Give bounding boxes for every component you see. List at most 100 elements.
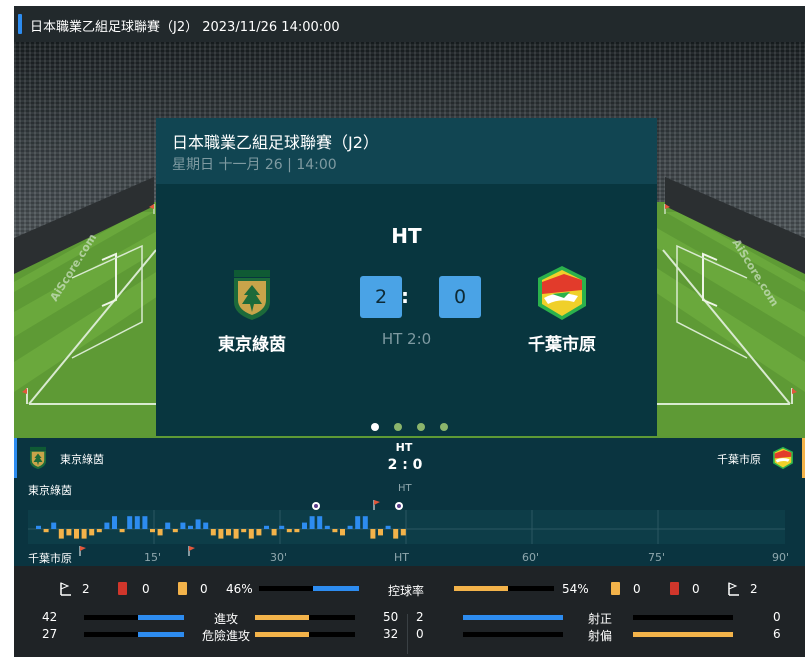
attacks-label: 進攻 [213, 612, 238, 626]
home-team-logo-small [30, 446, 46, 470]
carousel-dot-3[interactable] [417, 423, 426, 431]
timeline-momentum-bar [400, 529, 406, 536]
red-card-icon [118, 582, 127, 595]
carousel-dot-4[interactable] [440, 423, 449, 431]
timeline-momentum-bar [119, 529, 125, 533]
timeline-momentum-bar [271, 529, 277, 536]
away-possession-fill [454, 586, 508, 591]
timeline-momentum-bar [96, 529, 102, 533]
tick-ht: HT [394, 551, 409, 564]
carousel-dot-1[interactable] [370, 423, 379, 431]
shots-off-target-label: 射偏 [587, 629, 612, 643]
timeline-momentum-bar [51, 522, 57, 529]
home-score: 2 [360, 276, 402, 318]
timeline-momentum-bar [241, 529, 247, 533]
dangerous-attacks-label: 危險進攻 [201, 629, 250, 643]
shots-on-target-home: 2 [416, 610, 424, 624]
stats-panel: 2 0 0 46% 控球率 54% 0 0 2 42 進攻 50 27 危險進攻… [14, 566, 805, 657]
timeline-chart [28, 500, 785, 556]
timeline-momentum-bar [248, 529, 254, 539]
timeline-momentum-bar [286, 529, 292, 533]
timeline-momentum-bar [58, 529, 64, 539]
shots-off-target-home: 0 [416, 627, 424, 641]
timeline-momentum-bar [112, 516, 117, 529]
attacks-home-bar [84, 615, 184, 620]
tick-30: 30' [270, 551, 288, 564]
timeline-momentum-bar [43, 529, 49, 533]
timeline-momentum-bar [294, 529, 300, 533]
away-team-name[interactable]: 千葉市原 [492, 330, 632, 355]
timeline-momentum-bar [279, 525, 285, 529]
card-header: 日本職業乙組足球聯賽（J2） 星期日 十一月 26 | 14:00 [156, 118, 657, 184]
tick-90: 90' [772, 551, 790, 564]
shots-on-target-home-bar [463, 615, 563, 620]
match-header-bar: 日本職業乙組足球聯賽（J2） 2023/11/26 14:00:00 [14, 6, 805, 42]
home-team-logo [234, 270, 270, 320]
match-score-card[interactable]: 日本職業乙組足球聯賽（J2） 星期日 十一月 26 | 14:00 HT 2 :… [156, 118, 657, 436]
timeline-momentum-bar [302, 522, 307, 529]
timeline-momentum-bar [393, 529, 399, 539]
away-yellow-cards: 0 [633, 582, 641, 596]
match-timeline: 東京綠茵 千葉市原 HT 15' 30' HT 60' 75' 90' [14, 478, 805, 566]
carousel-dots [14, 416, 805, 435]
timeline-momentum-bar [340, 529, 345, 536]
timeline-momentum-bar [104, 522, 110, 529]
timeline-momentum-bar [134, 516, 140, 529]
timeline-momentum-bar [74, 529, 79, 539]
timeline-momentum-bar [385, 525, 391, 529]
timeline-momentum-bar [188, 525, 193, 529]
home-possession: 46% [226, 582, 253, 596]
away-corners: 2 [750, 582, 758, 596]
timeline-momentum-bar [36, 525, 41, 529]
timeline-momentum-bar [370, 529, 376, 539]
timeline-momentum-bar [157, 529, 163, 536]
away-team-logo-small [773, 446, 793, 470]
timeline-momentum-bar [172, 529, 178, 533]
match-status: HT [391, 224, 422, 248]
timeline-momentum-bar [233, 529, 239, 539]
away-red-cards: 0 [692, 582, 700, 596]
timeline-momentum-bar [264, 525, 269, 529]
shots-on-target-away: 0 [773, 610, 781, 624]
dangerous-attacks-away: 32 [383, 627, 399, 641]
home-team-name[interactable]: 東京綠茵 [182, 330, 322, 355]
tick-75: 75' [648, 551, 666, 564]
shots-off-target-away: 6 [773, 627, 781, 641]
match-datetime: 星期日 十一月 26 | 14:00 [172, 157, 337, 173]
tick-60: 60' [522, 551, 540, 564]
timeline-momentum-bar [195, 519, 201, 529]
timeline-momentum-bar [226, 529, 231, 536]
summary-away-team[interactable]: 千葉市原 [717, 451, 761, 467]
shots-on-target-away-bar [633, 615, 733, 620]
home-color-strip [14, 438, 17, 478]
home-yellow-cards: 0 [200, 582, 208, 596]
timeline-momentum-bar [362, 516, 368, 529]
tick-15: 15' [144, 551, 162, 564]
timeline-momentum-bar [309, 516, 315, 529]
timeline-momentum-bar [89, 529, 95, 536]
shots-on-target-label: 射正 [587, 612, 612, 626]
dangerous-attacks-home: 27 [42, 627, 58, 641]
corner-flag-icon [728, 582, 739, 596]
home-corners: 2 [82, 582, 90, 596]
carousel-dot-2[interactable] [393, 423, 402, 431]
timeline-momentum-bar [355, 516, 361, 529]
shots-off-target-home-bar [463, 632, 563, 637]
league-name: 日本職業乙組足球聯賽（J2） [172, 133, 379, 152]
timeline-momentum-bar [66, 529, 72, 536]
stats-divider [407, 614, 408, 654]
summary-score: 2 : 0 [387, 457, 423, 473]
attacks-away-bar [255, 615, 355, 620]
match-header-title: 日本職業乙組足球聯賽（J2） 2023/11/26 14:00:00 [30, 20, 340, 35]
stadium-background: AiScore.com AiScore.com 日本職業乙組足球聯賽（J2） 星… [14, 42, 805, 438]
away-team-logo [538, 266, 586, 320]
timeline-momentum-bar [378, 529, 383, 536]
timeline-momentum-bar [127, 516, 133, 529]
yellow-card-icon [178, 582, 187, 595]
timeline-momentum-bar [150, 529, 155, 533]
timeline-momentum-bar [332, 529, 338, 533]
possession-label: 控球率 [388, 584, 425, 598]
timeline-momentum-bar [347, 525, 353, 529]
home-possession-fill [313, 586, 359, 591]
summary-home-team[interactable]: 東京綠茵 [60, 451, 104, 467]
